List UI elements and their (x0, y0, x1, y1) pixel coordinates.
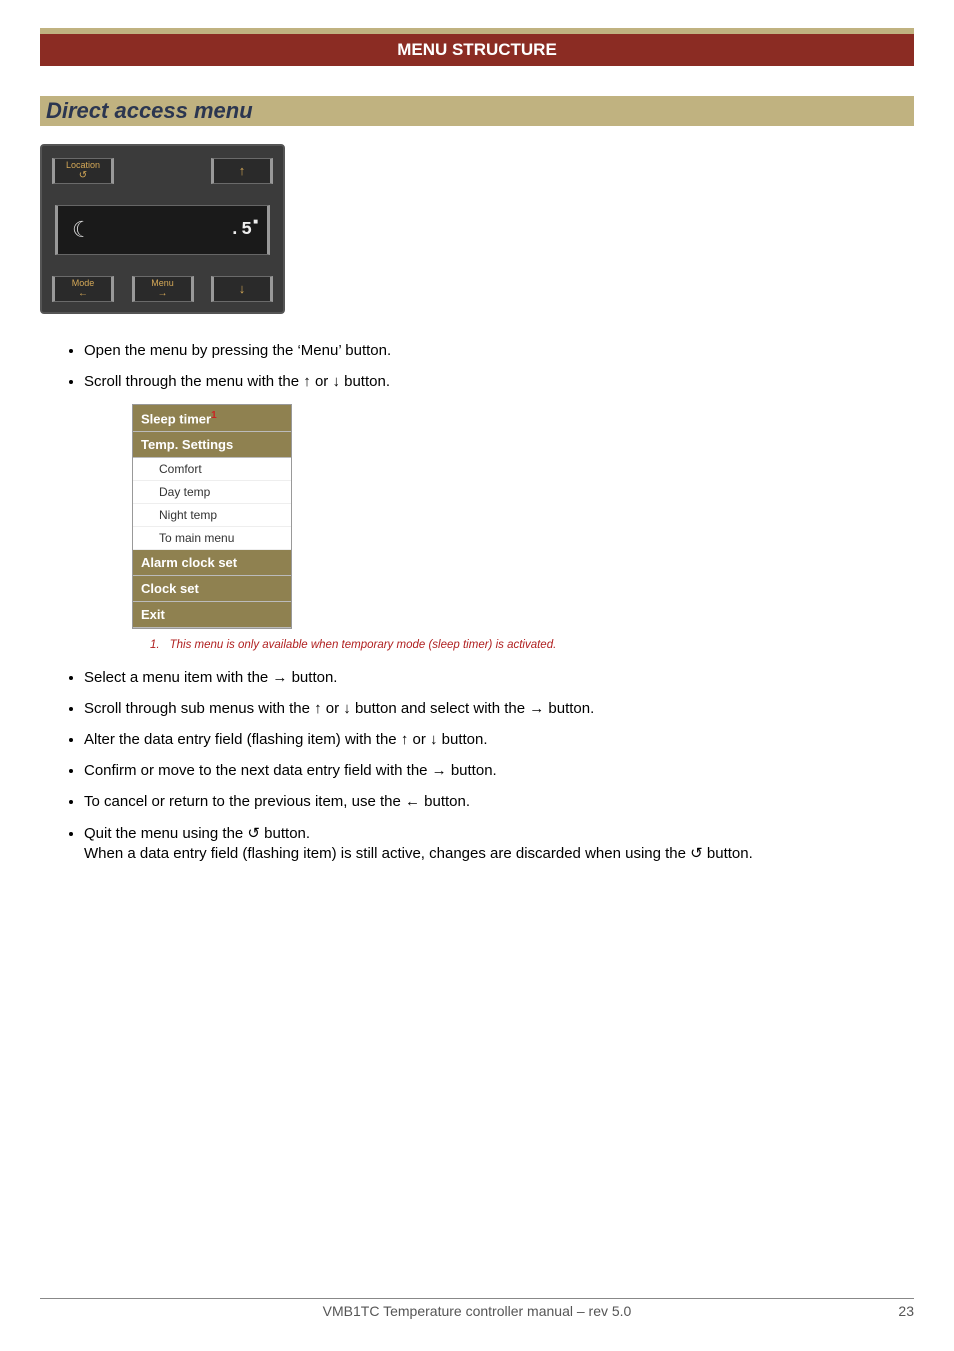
instruction-item: Open the menu by pressing the ‘Menu’ but… (84, 342, 914, 359)
footer-text: VMB1TC Temperature controller manual – r… (323, 1303, 632, 1319)
instruction-item: To cancel or return to the previous item… (84, 793, 914, 810)
menu-clock-set: Clock set (133, 576, 291, 602)
instruction-item: Confirm or move to the next data entry f… (84, 762, 914, 779)
menu-sleep-sup: 1 (211, 410, 217, 421)
menu-sub-tomain: To main menu (133, 527, 291, 550)
left-arrow-icon: ← (78, 288, 88, 299)
instruction-quit-line1: Quit the menu using the ↺ button. (84, 825, 310, 842)
page-footer: VMB1TC Temperature controller manual – r… (40, 1298, 914, 1319)
instruction-quit-line2: When a data entry field (flashing item) … (84, 844, 914, 862)
device-menu-button: Menu → (132, 276, 194, 302)
menu-sleep-timer: Sleep timer1 (133, 405, 291, 432)
instructions-list: Open the menu by pressing the ‘Menu’ but… (84, 342, 914, 390)
instruction-item: Quit the menu using the ↺ button. When a… (84, 824, 914, 862)
menu-alarm-clock: Alarm clock set (133, 550, 291, 576)
section-heading: Direct access menu (46, 98, 253, 123)
back-icon: ↺ (79, 170, 87, 181)
section-heading-bar: Direct access menu (40, 96, 914, 126)
menu-sub-daytemp: Day temp (133, 481, 291, 504)
right-arrow-icon: → (158, 288, 168, 299)
device-mode-label: Mode (72, 279, 95, 289)
lcd-temperature: .5■ (229, 220, 253, 240)
lcd-temp-value: .5 (229, 220, 253, 240)
footnote-number: 1. (150, 639, 160, 651)
device-menu-label: Menu (151, 279, 174, 289)
device-mode-button: Mode ← (52, 276, 114, 302)
moon-icon: ☾ (72, 217, 92, 243)
instruction-item: Select a menu item with the → button. (84, 669, 914, 686)
footnote: 1. This menu is only available when tempo… (150, 639, 914, 651)
footer-page-number: 23 (898, 1303, 914, 1319)
footnote-text: This menu is only available when tempora… (170, 639, 557, 651)
instruction-item: Scroll through sub menus with the ↑ or ↓… (84, 700, 914, 717)
device-location-label: Location (66, 161, 100, 171)
menu-exit: Exit (133, 602, 291, 628)
instruction-item: Scroll through the menu with the ↑ or ↓ … (84, 373, 914, 390)
device-up-button: ↑ (211, 158, 273, 184)
device-location-button: Location ↺ (52, 158, 114, 184)
menu-temp-settings: Temp. Settings (133, 432, 291, 458)
device-lcd: ☾ .5■ (55, 205, 270, 255)
instructions-list-2: Select a menu item with the → button. Sc… (84, 669, 914, 862)
menu-sub-nighttemp: Night temp (133, 504, 291, 527)
device-down-button: ↓ (211, 276, 273, 302)
menu-sleep-label: Sleep timer (141, 411, 211, 426)
device-panel-illustration: Location ↺ ↑ ☾ .5■ Mode ← Menu → ↓ (40, 144, 285, 314)
menu-sub-comfort: Comfort (133, 458, 291, 481)
menu-structure-box: Sleep timer1 Temp. Settings Comfort Day … (132, 404, 292, 629)
banner-title: MENU STRUCTURE (40, 28, 914, 66)
instruction-item: Alter the data entry field (flashing ite… (84, 731, 914, 748)
